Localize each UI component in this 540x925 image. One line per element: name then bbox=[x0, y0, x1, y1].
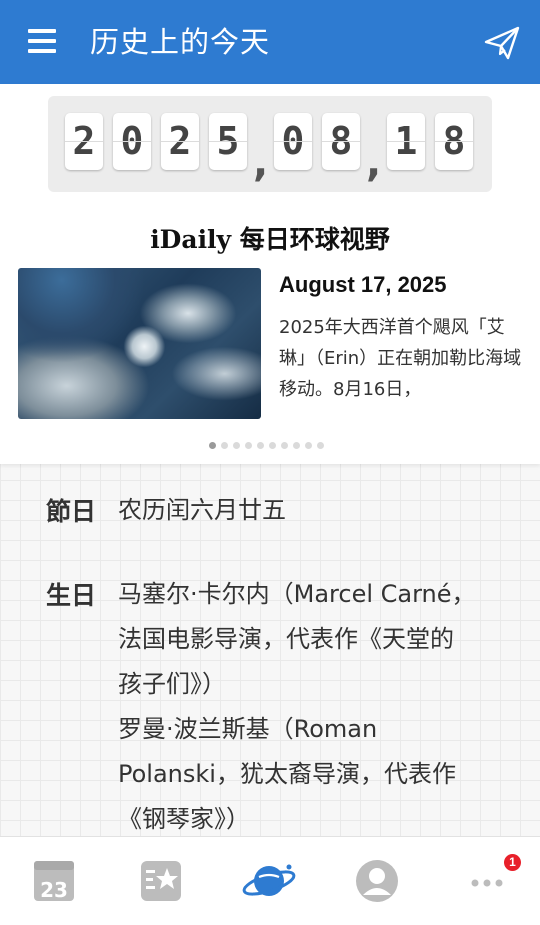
carousel-dot[interactable] bbox=[305, 442, 312, 449]
date-digit: 5 bbox=[209, 113, 247, 170]
calendar-day-number: 23 bbox=[40, 878, 68, 902]
date-digit: 8 bbox=[322, 113, 360, 170]
holiday-label: 節日 bbox=[46, 497, 97, 526]
header-card: 2 0 2 5 , 0 8 , 1 8 iDaily 每日环球视野 August… bbox=[0, 84, 540, 464]
planet-icon[interactable] bbox=[241, 853, 297, 909]
date-separator: , bbox=[366, 140, 382, 186]
carousel-dot[interactable] bbox=[317, 442, 324, 449]
carousel-dot[interactable] bbox=[269, 442, 276, 449]
carousel-dot[interactable] bbox=[221, 442, 228, 449]
app-bar: 历史上的今天 bbox=[0, 0, 540, 84]
bottom-nav: 23 1 bbox=[0, 836, 540, 925]
notification-badge: 1 bbox=[504, 854, 521, 871]
calendar-icon[interactable]: 23 bbox=[26, 853, 82, 909]
profile-icon[interactable] bbox=[349, 853, 405, 909]
brand-title: iDaily 每日环球视野 bbox=[150, 225, 390, 254]
date-digit: 1 bbox=[387, 113, 425, 170]
date-digit: 2 bbox=[65, 113, 103, 170]
news-summary[interactable]: 2025年大西洋首个飓风「艾琳」（Erin）正在朝加勒比海域移动。8月16日， bbox=[279, 312, 527, 408]
birthday-line: 孩子们》） bbox=[118, 670, 226, 698]
holiday-text: 农历闰六月廿五 bbox=[118, 488, 498, 533]
holiday-line: 农历闰六月廿五 bbox=[118, 496, 286, 524]
menu-icon[interactable] bbox=[28, 29, 56, 53]
date-digit: 0 bbox=[113, 113, 151, 170]
page-title: 历史上的今天 bbox=[90, 25, 271, 59]
carousel-dot[interactable] bbox=[233, 442, 240, 449]
carousel-dot[interactable] bbox=[209, 442, 216, 449]
news-image[interactable] bbox=[18, 268, 261, 419]
date-digit: 0 bbox=[274, 113, 312, 170]
date-counter: 2 0 2 5 , 0 8 , 1 8 bbox=[48, 96, 492, 192]
carousel-dot[interactable] bbox=[293, 442, 300, 449]
birthday-line: 法国电影导演，代表作《天堂的 bbox=[118, 625, 454, 653]
date-digit: 2 bbox=[161, 113, 199, 170]
news-date[interactable]: August 17, 2025 bbox=[279, 272, 447, 298]
date-separator: , bbox=[253, 140, 269, 186]
carousel-dot[interactable] bbox=[281, 442, 288, 449]
favorites-icon[interactable] bbox=[133, 853, 189, 909]
date-digit: 8 bbox=[435, 113, 473, 170]
birthday-line: Polanski，犹太裔导演，代表作 bbox=[118, 760, 456, 788]
birthday-line: 马塞尔·卡尔内（Marcel Carné， bbox=[118, 580, 476, 608]
carousel-dot[interactable] bbox=[257, 442, 264, 449]
carousel-dot[interactable] bbox=[245, 442, 252, 449]
send-icon[interactable] bbox=[482, 22, 522, 62]
birthday-label: 生日 bbox=[46, 581, 97, 610]
birthday-line: 罗曼·波兰斯基（Roman bbox=[118, 715, 378, 743]
birthday-text: 马塞尔·卡尔内（Marcel Carné， 法国电影导演，代表作《天堂的 孩子们… bbox=[118, 572, 498, 842]
